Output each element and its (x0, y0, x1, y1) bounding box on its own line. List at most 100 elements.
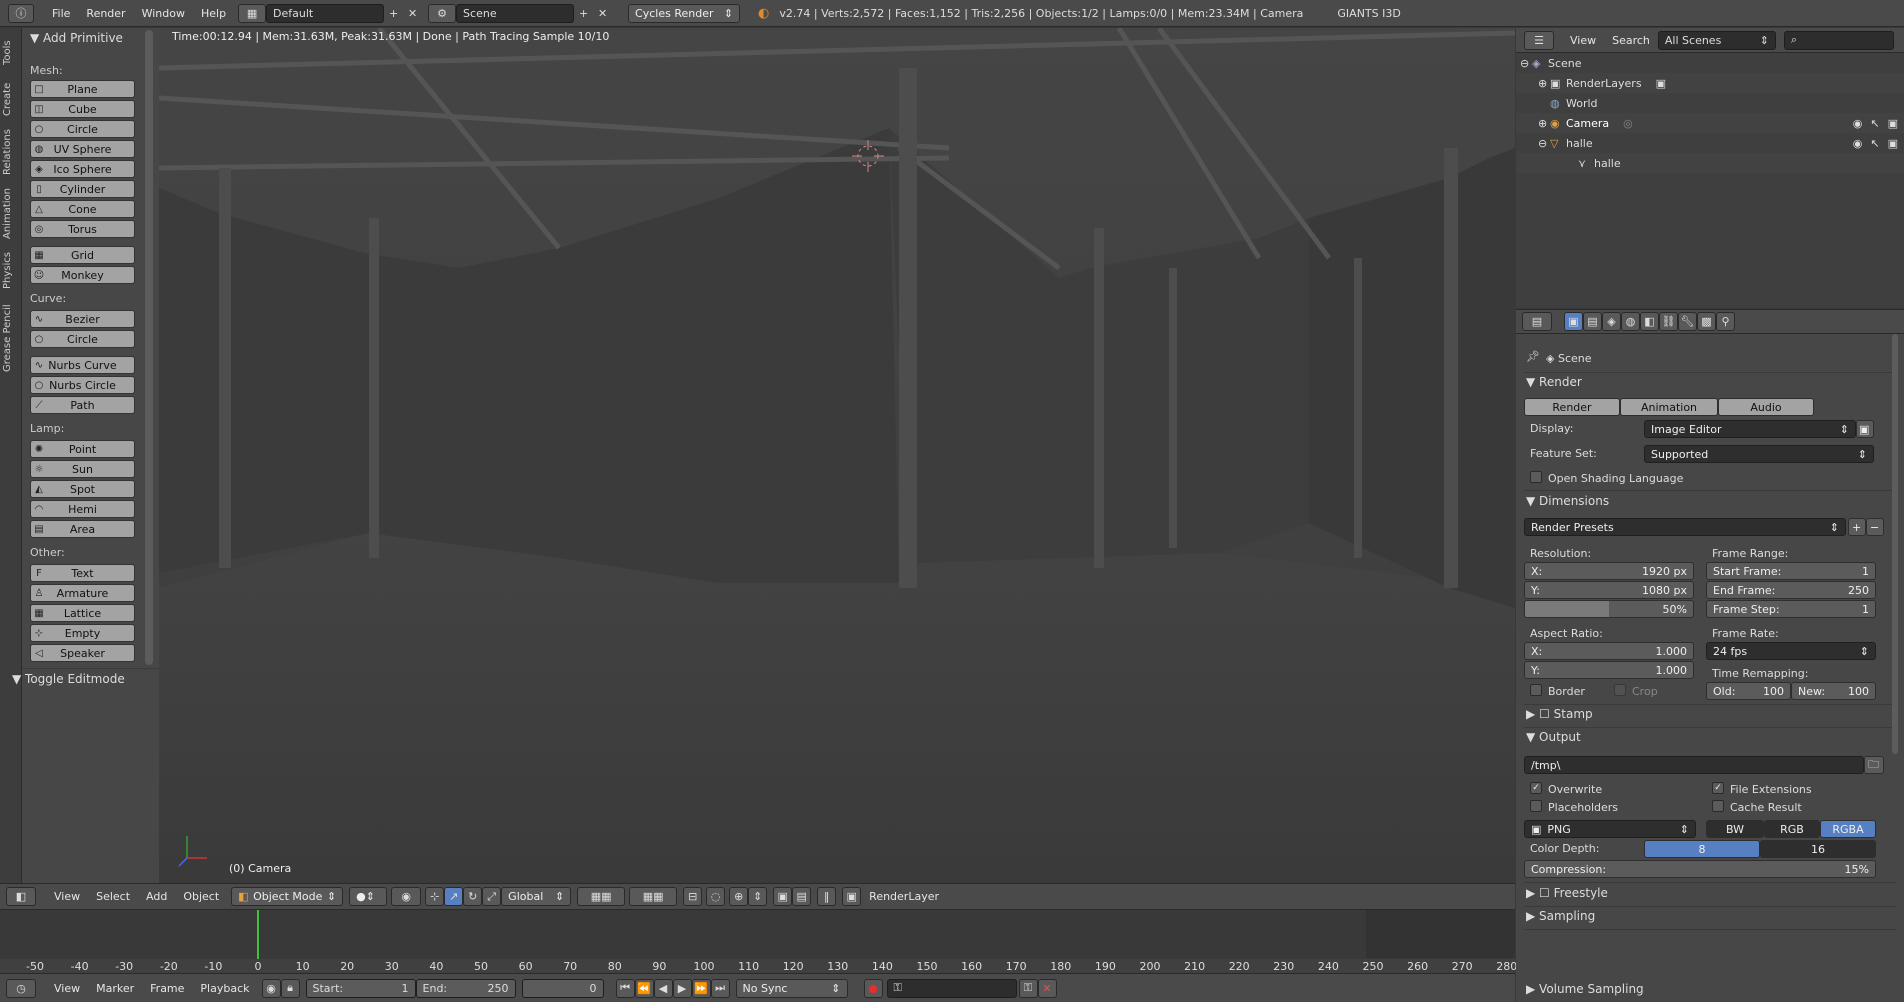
properties-scrollbar[interactable] (1892, 334, 1898, 754)
overwrite-checkbox[interactable]: ✓ (1530, 782, 1542, 794)
menu-view[interactable]: View (46, 887, 88, 906)
file-ext-checkbox[interactable]: ✓ (1712, 782, 1724, 794)
add-speaker-button[interactable]: ◁ Speaker (30, 644, 135, 662)
add-scene-icon[interactable]: + (574, 4, 593, 23)
animation-button[interactable]: Animation (1620, 398, 1718, 416)
add-preset-button[interactable]: + (1848, 518, 1866, 536)
scene-name-field[interactable]: Scene (456, 3, 575, 23)
featureset-select[interactable]: Supported ⇕ (1644, 445, 1874, 463)
add-circle-button[interactable]: ○ Circle (30, 120, 135, 138)
menu-window[interactable]: Window (134, 4, 193, 23)
menu-frame[interactable]: Frame (142, 979, 192, 998)
crop-checkbox[interactable] (1614, 684, 1626, 696)
lock-icon[interactable]: 🔒︎ (280, 978, 300, 998)
render-engine-select[interactable]: Cycles Render ⇕ (628, 3, 741, 23)
sync-select[interactable]: No Sync ⇕ (735, 978, 848, 998)
render-toggle-icon[interactable]: ▣ (1888, 117, 1898, 130)
jump-start-icon[interactable]: ⏮ (615, 978, 635, 998)
keying-set-field[interactable]: ⚿ (886, 978, 1017, 998)
bw-button[interactable]: BW (1706, 820, 1764, 838)
panel-freestyle[interactable]: ▶ ☐ Freestyle (1526, 886, 1608, 900)
format-select[interactable]: ▣ PNG ⇕ (1524, 820, 1696, 838)
add-bezier-button[interactable]: ∿ Bezier (30, 310, 135, 328)
pivot-icon[interactable]: ◉ (391, 887, 422, 906)
placeholders-checkbox[interactable] (1530, 800, 1542, 812)
record-icon[interactable]: ● (863, 978, 883, 998)
add-ico-sphere-button[interactable]: ◈ Ico Sphere (30, 160, 135, 178)
outliner-row-world[interactable]: ◍ World (1516, 93, 1904, 113)
physics-tab-icon[interactable]: ⚲ (1716, 312, 1735, 331)
renderlayers-tab-icon[interactable]: ▤ (1583, 312, 1602, 331)
tab-physics[interactable]: Physics (2, 250, 20, 292)
world-tab-icon[interactable]: ◍ (1621, 312, 1640, 331)
output-path-input[interactable]: /tmp\ (1524, 756, 1864, 774)
tab-create[interactable]: Create (2, 78, 20, 120)
add-cube-button[interactable]: ◫ Cube (30, 100, 135, 118)
res-x-field[interactable]: X: 1920 px (1524, 562, 1694, 580)
outliner-row-camera[interactable]: ⊕ ◉ Camera ◎ ◉ ↖ ▣ (1516, 113, 1904, 133)
add-spot-button[interactable]: ◭ Spot (30, 480, 135, 498)
render-toggle-icon[interactable]: ▣ (1888, 137, 1898, 150)
timeline[interactable]: -50 -40 -30 -20 -10 0 10 20 30 40 50 60 70 80 90 100 110… (0, 909, 1517, 974)
current-frame-marker[interactable] (257, 910, 259, 960)
modifiers-tab-icon[interactable]: 🔧︎ (1678, 312, 1697, 331)
menu-playback[interactable]: Playback (192, 979, 257, 998)
menu-search[interactable]: Search (1604, 31, 1658, 50)
tab-grease-pencil[interactable]: Grease Pencil (2, 298, 20, 378)
tab-tools[interactable]: Tools (2, 34, 20, 72)
stamp-checkbox-icon[interactable]: ☐ (1539, 707, 1550, 721)
add-path-button[interactable]: ⟋ Path (30, 396, 135, 414)
remove-preset-button[interactable]: − (1866, 518, 1884, 536)
remap-new-field[interactable]: New: 100 (1791, 682, 1876, 700)
menu-file[interactable]: File (44, 4, 78, 23)
renderlayer-icon[interactable]: ▣ (842, 887, 862, 906)
compression-slider[interactable]: Compression: 15% (1524, 860, 1876, 878)
add-area-button[interactable]: ▤ Area (30, 520, 135, 538)
shading-select[interactable]: ●⇕ (349, 887, 388, 906)
add-lattice-button[interactable]: ▦ Lattice (30, 604, 135, 622)
panel-toggle-editmode[interactable]: ▼ Toggle Editmode (12, 672, 125, 686)
add-point-button[interactable]: ✺ Point (30, 440, 135, 458)
cursor-icon[interactable]: ↖ (1870, 137, 1879, 150)
tab-relations[interactable]: Relations (2, 126, 20, 178)
menu-select[interactable]: Select (88, 887, 138, 906)
cursor-icon[interactable]: ↖ (1870, 117, 1879, 130)
preview-range-icon[interactable]: ◉ (261, 978, 281, 998)
object-tab-icon[interactable]: ◧ (1640, 312, 1659, 331)
depth-16-button[interactable]: 16 (1760, 840, 1876, 858)
cache-checkbox[interactable] (1712, 800, 1724, 812)
aspect-y-field[interactable]: Y: 1.000 (1524, 661, 1694, 679)
render-anim-icon[interactable]: ▤ (792, 887, 812, 906)
play-icon[interactable]: ▶ (672, 978, 692, 998)
panel-output[interactable]: ▼ Output (1526, 730, 1581, 744)
layers-icon[interactable]: ▦▦ (577, 887, 626, 906)
add-curve-circle-button[interactable]: ○ Circle (30, 330, 135, 348)
add-nurbs-circle-button[interactable]: ○ Nurbs Circle (30, 376, 135, 394)
panel-dimensions[interactable]: ▼ Dimensions (1526, 494, 1609, 508)
panel-stamp[interactable]: ▶ ☐ Stamp (1526, 707, 1593, 721)
layout-name-field[interactable]: Default (266, 3, 385, 23)
fps-select[interactable]: 24 fps ⇕ (1706, 642, 1876, 660)
render-presets-select[interactable]: Render Presets ⇕ (1524, 518, 1846, 536)
editor-type-icon[interactable]: ◧ (6, 887, 36, 906)
panel-sampling[interactable]: ▶ Sampling (1526, 909, 1595, 923)
info-editor-icon[interactable]: ⓘ (8, 3, 34, 23)
start-frame-field[interactable]: Start: 1 (305, 978, 416, 998)
scale-icon[interactable]: ⤢ (482, 887, 502, 906)
scene-tab-icon[interactable]: ◈ (1602, 312, 1621, 331)
render-tab-icon[interactable]: ▣ (1564, 312, 1583, 331)
render-button[interactable]: Render (1524, 398, 1620, 416)
add-cone-button[interactable]: △ Cone (30, 200, 135, 218)
outliner-row-halle-mesh[interactable]: ⋎ halle (1516, 153, 1904, 173)
shelf-scrollbar[interactable] (145, 30, 153, 665)
menu-render[interactable]: Render (78, 4, 133, 23)
pin-icon[interactable]: 📌︎ (1526, 350, 1540, 363)
editor-type-icon[interactable]: ◷ (6, 978, 36, 998)
menu-marker[interactable]: Marker (88, 979, 142, 998)
add-uv-sphere-button[interactable]: ◍ UV Sphere (30, 140, 135, 158)
menu-view[interactable]: View (1562, 31, 1604, 50)
menu-add[interactable]: Add (138, 887, 175, 906)
add-monkey-button[interactable]: ☺ Monkey (30, 266, 135, 284)
lock-layers-icon[interactable]: ⊟ (683, 887, 703, 906)
3d-viewport[interactable] (159, 28, 1515, 882)
